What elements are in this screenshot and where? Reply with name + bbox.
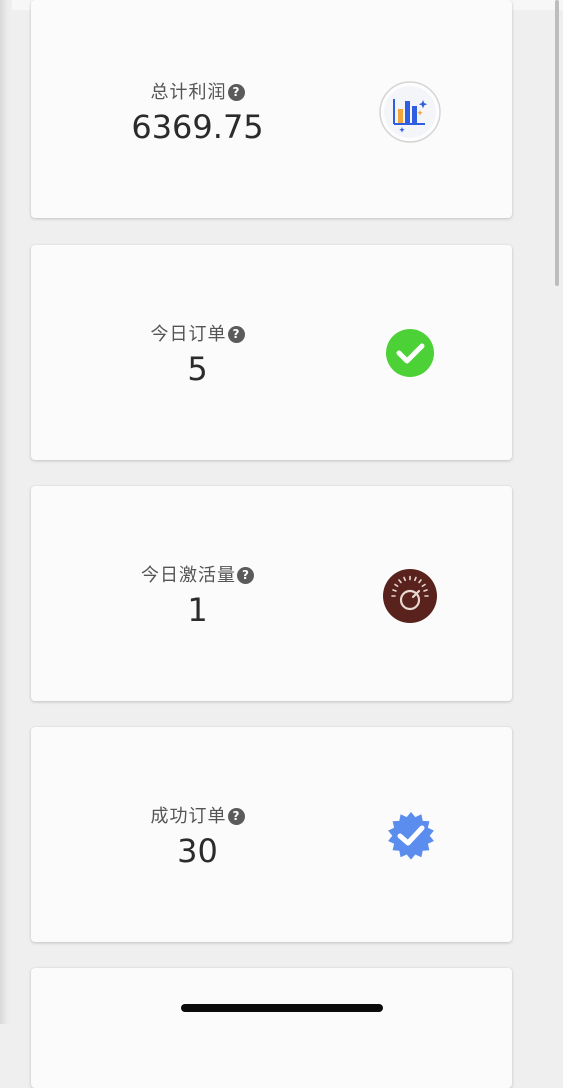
stat-label: 今日订单? — [31, 320, 364, 346]
check-circle-icon — [385, 328, 435, 378]
stat-label: 成功订单? — [31, 802, 364, 828]
stat-value: 1 — [187, 591, 208, 629]
help-icon[interactable]: ? — [237, 567, 254, 584]
stat-card-partial[interactable] — [31, 968, 512, 1088]
left-edge-shadow — [0, 0, 12, 1024]
stat-label-text: 今日激活量 — [141, 565, 236, 586]
stat-card-today-orders[interactable]: 今日订单? 5 — [31, 245, 512, 460]
stat-value: 6369.75 — [131, 108, 264, 146]
stat-card-total-profit[interactable]: 总计利润? 6369.75 — [31, 0, 512, 218]
stat-label: 今日激活量? — [31, 561, 364, 587]
bar-chart-icon — [378, 80, 442, 144]
stat-card-successful-orders[interactable]: 成功订单? 30 — [31, 727, 512, 942]
power-dial-icon — [382, 568, 438, 624]
stat-value: 30 — [177, 832, 218, 870]
stat-value: 5 — [187, 350, 208, 388]
verified-badge-icon — [384, 810, 438, 864]
stat-card-today-activations[interactable]: 今日激活量? 1 — [31, 486, 512, 701]
stat-label: 总计利润? — [31, 78, 364, 104]
home-indicator[interactable] — [181, 1004, 383, 1012]
help-icon[interactable]: ? — [227, 326, 245, 343]
help-icon[interactable]: ? — [227, 808, 245, 825]
stat-label-text: 总计利润 — [150, 82, 227, 103]
stat-label-text: 成功订单 — [150, 806, 227, 827]
scrollbar-thumb[interactable] — [555, 0, 559, 286]
stat-label-text: 今日订单 — [150, 324, 227, 345]
help-icon[interactable]: ? — [227, 84, 245, 101]
